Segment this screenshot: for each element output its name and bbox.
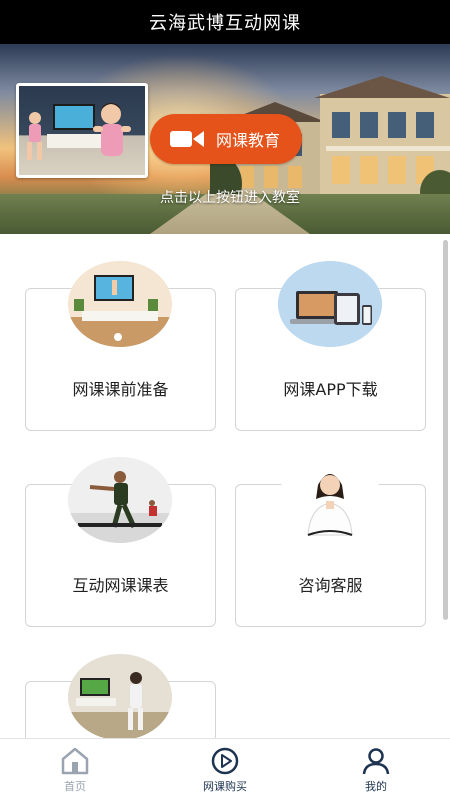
card-label: 咨询客服 [298, 576, 363, 595]
kids-training-image [27, 103, 131, 160]
nav-item-mine[interactable]: 我的 [316, 739, 436, 800]
nav-label-home: 首页 [64, 780, 86, 793]
customer-service-agent-image [278, 457, 382, 543]
nav-label-course-purchase: 网课购买 [203, 780, 247, 793]
martial-arts-class-image [68, 457, 172, 543]
scrollbar[interactable] [443, 240, 448, 620]
tv-room-image [68, 261, 172, 347]
banner-hint: 点击以上按钮进入教室 [160, 190, 300, 206]
devices-image [278, 261, 382, 347]
app-screen: 云海武博互动网课 网课教育 点击以上按钮进入教室 网课课前准备 网课APP下载 … [0, 0, 450, 800]
play-circle-icon [211, 747, 239, 775]
card-label: 网课APP下载 [283, 380, 378, 399]
card-label: 互动网课课表 [72, 576, 169, 595]
nav-item-home[interactable]: 首页 [15, 739, 135, 800]
card-label: 网课课前准备 [72, 380, 169, 399]
hero-banner: 网课教育 点击以上按钮进入教室 [0, 44, 450, 234]
home-icon [61, 747, 89, 775]
nav-label-mine: 我的 [365, 780, 387, 793]
title-bar: 云海武博互动网课 [0, 0, 450, 44]
online-class-button-label: 网课教育 [216, 131, 281, 150]
video-camera-icon [170, 131, 204, 147]
home-training-image [68, 654, 172, 740]
app-title: 云海武博互动网课 [149, 13, 301, 34]
classroom-thumbnail[interactable] [16, 83, 148, 178]
user-icon [362, 748, 390, 775]
bottom-navigation: 首页 网课购买 我的 [0, 738, 450, 800]
nav-item-course-purchase[interactable]: 网课购买 [165, 739, 285, 800]
online-class-button[interactable]: 网课教育 [150, 114, 302, 164]
